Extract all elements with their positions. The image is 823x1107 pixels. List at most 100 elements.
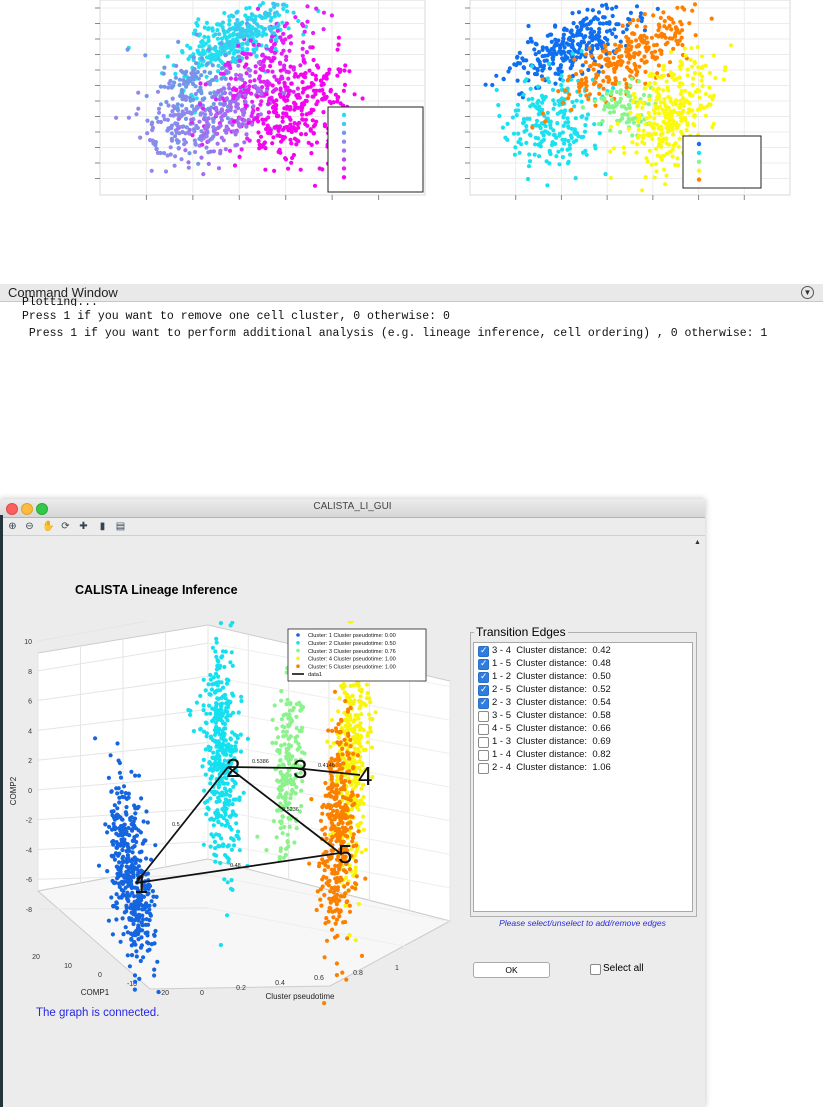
edge-list-item[interactable]: 2 - 3 Cluster distance: 0.54 bbox=[478, 697, 688, 710]
data-point bbox=[300, 46, 305, 51]
rotate-icon[interactable]: ⟳ bbox=[60, 521, 71, 532]
data-point bbox=[216, 729, 221, 735]
edge-checkbox[interactable] bbox=[478, 724, 489, 735]
edge-checkbox[interactable] bbox=[478, 671, 489, 683]
data-point bbox=[133, 811, 138, 816]
edge-checkbox[interactable] bbox=[478, 645, 489, 657]
edge-checkbox[interactable] bbox=[478, 697, 489, 709]
ok-button[interactable]: OK bbox=[473, 962, 550, 978]
data-point bbox=[592, 99, 597, 104]
edge-list-item[interactable]: 1 - 5 Cluster distance: 0.48 bbox=[478, 658, 688, 671]
data-point bbox=[143, 930, 148, 936]
data-point bbox=[553, 81, 558, 86]
edge-checkbox[interactable] bbox=[478, 711, 489, 722]
data-point bbox=[332, 826, 337, 831]
data-point bbox=[214, 812, 219, 817]
data-point bbox=[216, 56, 221, 62]
lineage-3d-plot[interactable]: 1086420-2-4-6-800.20.40.60.8120100-10-20… bbox=[0, 621, 460, 1013]
data-point bbox=[661, 63, 667, 68]
data-point bbox=[230, 691, 235, 696]
edge-list-item[interactable]: 1 - 2 Cluster distance: 0.50 bbox=[478, 671, 688, 684]
data-point bbox=[341, 795, 346, 800]
edge-list-item[interactable]: 2 - 4 Cluster distance: 1.06 bbox=[478, 762, 688, 775]
edge-list-item[interactable]: 4 - 5 Cluster distance: 0.66 bbox=[478, 723, 688, 736]
data-point bbox=[568, 58, 573, 64]
toolbar-toggle-icon[interactable]: ▲ bbox=[694, 539, 701, 546]
data-point bbox=[177, 77, 182, 82]
data-point bbox=[664, 151, 669, 156]
data-point bbox=[580, 19, 586, 24]
data-point bbox=[256, 130, 261, 135]
data-point bbox=[230, 802, 235, 807]
data-point bbox=[561, 27, 567, 32]
data-point bbox=[96, 863, 102, 868]
data-point bbox=[656, 28, 661, 33]
zoom-in-icon[interactable]: ⊕ bbox=[7, 521, 18, 532]
data-point bbox=[339, 774, 344, 779]
data-point bbox=[645, 132, 650, 137]
edge-list-item[interactable]: 3 - 4 Cluster distance: 0.42 bbox=[478, 645, 688, 658]
data-point bbox=[323, 825, 328, 830]
data-point bbox=[323, 921, 328, 926]
data-cursor-icon[interactable]: ✚ bbox=[78, 521, 89, 532]
data-point bbox=[521, 120, 527, 125]
edge-list-item[interactable]: 1 - 3 Cluster distance: 0.69 bbox=[478, 736, 688, 749]
data-point bbox=[610, 6, 615, 11]
data-point bbox=[570, 11, 575, 16]
data-point bbox=[662, 167, 667, 172]
edge-checkbox[interactable] bbox=[478, 684, 489, 696]
transition-edges-list[interactable]: 3 - 4 Cluster distance: 0.421 - 5 Cluste… bbox=[473, 642, 693, 912]
data-point bbox=[253, 14, 258, 19]
data-point bbox=[162, 84, 167, 89]
data-point bbox=[279, 743, 284, 748]
data-point bbox=[253, 84, 258, 89]
data-point bbox=[154, 894, 159, 899]
zoom-out-icon[interactable]: ⊖ bbox=[24, 521, 35, 532]
data-point bbox=[614, 89, 620, 95]
data-point bbox=[559, 74, 564, 79]
data-point bbox=[140, 913, 145, 918]
data-point bbox=[514, 113, 519, 118]
command-window[interactable]: Command Window ▼ Plotting... Press 1 if … bbox=[0, 284, 823, 354]
colorbar-icon[interactable]: ▮ bbox=[97, 521, 108, 532]
pan-icon[interactable]: ✋ bbox=[42, 521, 54, 532]
data-point bbox=[218, 860, 223, 866]
data-point bbox=[284, 111, 289, 116]
data-point bbox=[118, 775, 124, 780]
edge-checkbox[interactable] bbox=[478, 737, 489, 748]
chevron-down-icon[interactable]: ▼ bbox=[801, 286, 814, 299]
data-point bbox=[223, 738, 228, 743]
data-point bbox=[550, 140, 555, 145]
data-point bbox=[329, 756, 334, 761]
data-point bbox=[277, 125, 282, 130]
legend-icon[interactable]: ▤ bbox=[115, 521, 126, 532]
data-point bbox=[538, 125, 543, 131]
data-point bbox=[343, 63, 348, 68]
edge-checkbox[interactable] bbox=[478, 763, 489, 774]
edge-list-item[interactable]: 2 - 5 Cluster distance: 0.52 bbox=[478, 684, 688, 697]
data-point bbox=[585, 7, 590, 12]
data-point bbox=[343, 803, 348, 808]
data-point bbox=[235, 17, 240, 23]
data-point bbox=[224, 806, 229, 811]
edge-list-item[interactable]: 3 - 5 Cluster distance: 0.58 bbox=[478, 710, 688, 723]
data-point bbox=[651, 13, 656, 18]
data-point bbox=[311, 107, 316, 113]
data-point bbox=[578, 93, 583, 98]
data-point bbox=[651, 121, 657, 126]
data-point bbox=[132, 803, 137, 808]
data-point bbox=[246, 120, 251, 125]
data-point bbox=[231, 784, 236, 789]
edge-checkbox[interactable] bbox=[478, 658, 489, 670]
data-point bbox=[277, 92, 282, 97]
data-point bbox=[670, 127, 675, 132]
edge-list-item[interactable]: 1 - 4 Cluster distance: 0.82 bbox=[478, 749, 688, 762]
data-point bbox=[120, 893, 125, 899]
edge-checkbox[interactable] bbox=[478, 750, 489, 761]
data-point bbox=[650, 54, 655, 59]
data-point bbox=[204, 145, 209, 150]
data-point bbox=[320, 884, 325, 889]
data-point bbox=[275, 808, 280, 813]
select-all-checkbox[interactable] bbox=[590, 964, 601, 975]
data-point bbox=[364, 696, 369, 701]
